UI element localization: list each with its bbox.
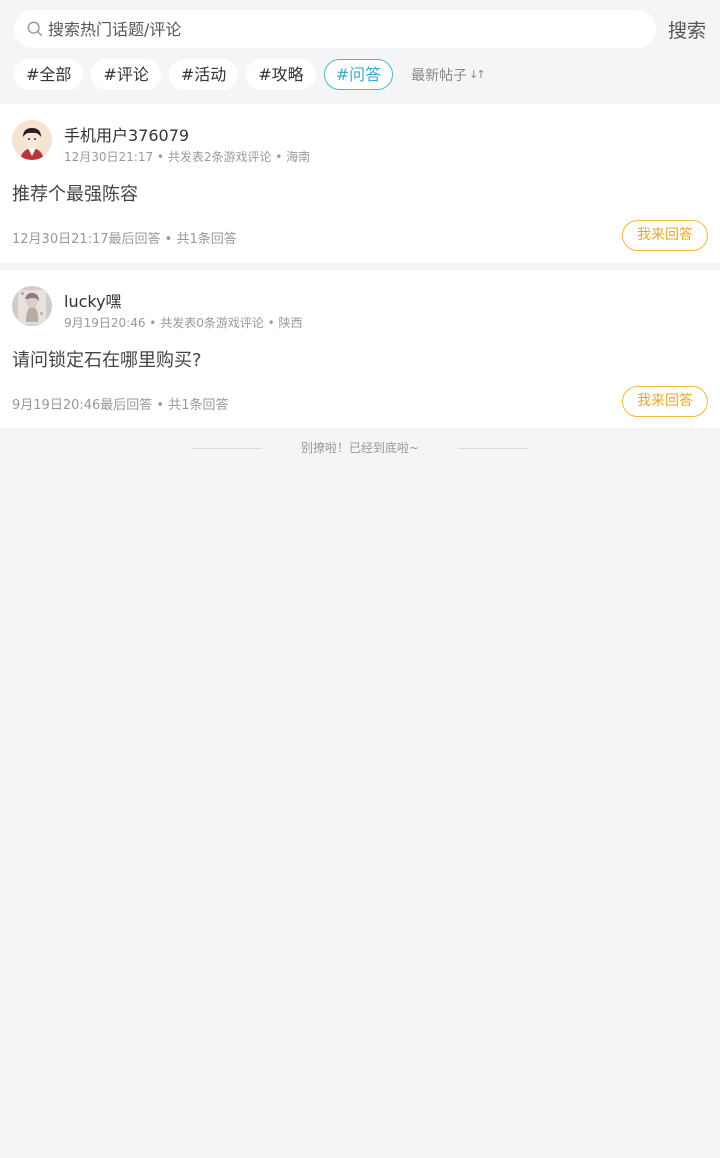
search-input[interactable]	[48, 19, 608, 39]
answer-button[interactable]: 我来回答	[622, 220, 708, 251]
tag-all[interactable]: #全部	[14, 59, 84, 90]
sort-label: 最新帖子	[411, 67, 468, 84]
search-icon	[27, 21, 43, 37]
post-card[interactable]: 手机用户376079 12月30日21:17 • 共发表2条游戏评论 • 海南 …	[0, 104, 720, 263]
post-meta: 12月30日21:17 • 共发表2条游戏评论 • 海南	[64, 150, 311, 164]
tag-guide[interactable]: #攻略	[246, 59, 316, 90]
sort-dropdown[interactable]: 最新帖子 ↓↑	[411, 65, 486, 85]
post-username[interactable]: 手机用户376079	[64, 122, 189, 146]
tag-filter-bar: #全部 #评论 #活动 #攻略 #问答 最新帖子 ↓↑	[14, 59, 486, 90]
avatar[interactable]	[12, 286, 52, 326]
post-meta: 9月19日20:46 • 共发表0条游戏评论 • 陕西	[64, 316, 303, 330]
divider	[192, 448, 262, 449]
tag-event[interactable]: #活动	[168, 59, 239, 90]
end-of-list-indicator: 别撩啦！已经到底啦~	[0, 428, 720, 468]
post-footer-meta: 12月30日21:17最后回答 • 共1条回答	[12, 232, 237, 247]
avatar[interactable]	[12, 120, 52, 160]
post-card[interactable]: lucky嘿 9月19日20:46 • 共发表0条游戏评论 • 陕西 请问锁定石…	[0, 270, 720, 428]
search-bar[interactable]	[14, 10, 656, 48]
sort-arrows-icon: ↓↑	[469, 68, 486, 81]
header: 搜索 #全部 #评论 #活动 #攻略 #问答 最新帖子 ↓↑	[0, 0, 720, 104]
post-username[interactable]: lucky嘿	[64, 288, 122, 312]
post-title[interactable]: 推荐个最强陈容	[12, 180, 138, 206]
post-footer-meta: 9月19日20:46最后回答 • 共1条回答	[12, 398, 229, 413]
end-of-list-text: 别撩啦！已经到底啦~	[300, 441, 420, 455]
post-title[interactable]: 请问锁定石在哪里购买?	[12, 346, 202, 372]
divider	[458, 448, 528, 449]
search-button[interactable]: 搜索	[668, 16, 706, 43]
tag-review[interactable]: #评论	[91, 59, 161, 90]
answer-button[interactable]: 我来回答	[622, 386, 708, 417]
tag-qa[interactable]: #问答	[323, 59, 394, 90]
